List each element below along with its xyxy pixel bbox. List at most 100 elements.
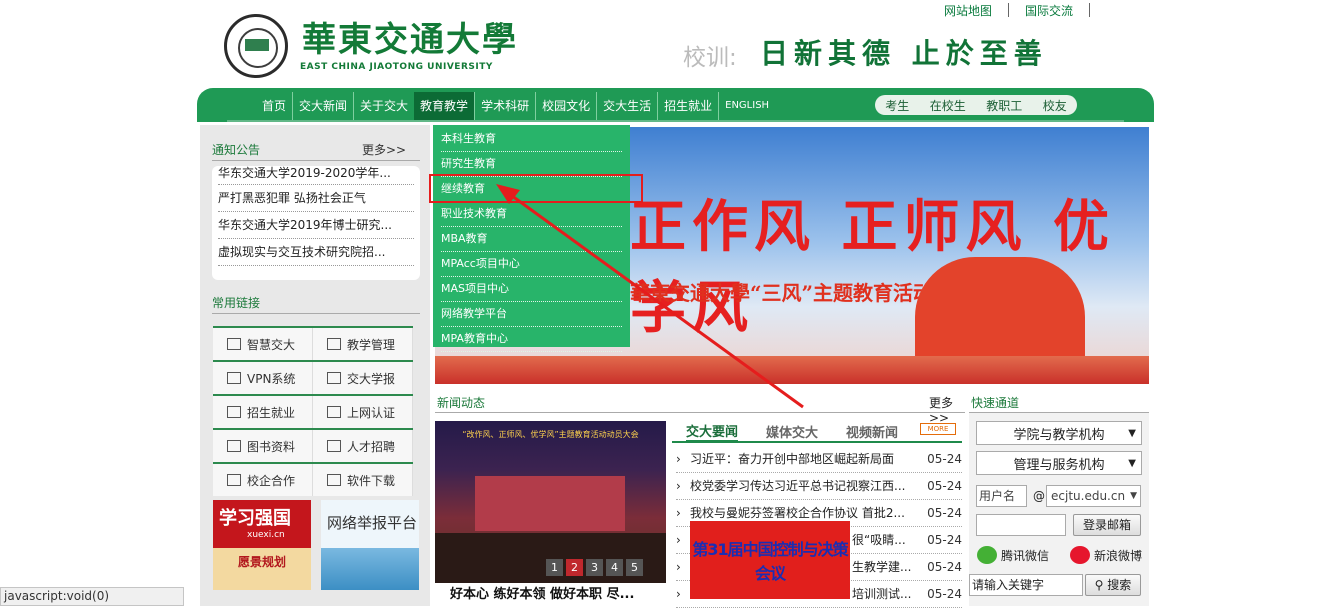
link-journal[interactable]: 交大学报	[313, 362, 413, 394]
list-item[interactable]: 虚拟现实与交互技术研究院招...	[218, 239, 414, 266]
menu-item-mba[interactable]: MBA教育	[441, 227, 622, 252]
nav-english[interactable]: ENGLISH	[718, 92, 775, 120]
link-software[interactable]: 软件下载	[313, 464, 413, 496]
notice-more-link[interactable]: 更多>>	[362, 141, 406, 158]
divider	[212, 313, 420, 314]
tab-key-news[interactable]: 交大要闻	[686, 421, 739, 442]
list-item[interactable]: 华东交通大学2019-2020学年...	[218, 166, 414, 185]
list-item[interactable]: › 校党委学习传达习近平总书记视察江西... 05-24	[676, 473, 962, 500]
audience-candidates[interactable]: 考生	[885, 97, 909, 114]
logo-chinese-name[interactable]: 華東交通大學	[302, 12, 518, 61]
menu-item-vocational[interactable]: 职业技术教育	[441, 202, 622, 227]
sitemap-link[interactable]: 网站地图	[928, 2, 1008, 19]
link-net-auth[interactable]: 上网认证	[313, 396, 413, 428]
audience-staff[interactable]: 教职工	[986, 97, 1022, 114]
menu-item-mpa[interactable]: MPA教育中心	[441, 327, 622, 352]
email-password-input[interactable]	[976, 514, 1066, 536]
download-icon	[327, 474, 341, 486]
link-smart-campus[interactable]: 智慧交大	[213, 328, 313, 360]
logo-english-name[interactable]: EAST CHINA JIAOTONG UNIVERSITY	[300, 62, 493, 72]
link-teaching-mgmt[interactable]: 教学管理	[313, 328, 413, 360]
email-login-button[interactable]: 登录邮箱	[1073, 514, 1141, 536]
list-item[interactable]: 严打黑恶犯罪 弘扬社会正气	[218, 185, 414, 212]
email-domain-select[interactable]: ecjtu.edu.cn ▼	[1046, 485, 1141, 507]
stage-image	[475, 476, 625, 531]
quick-access-title: 快速通道	[971, 396, 1020, 410]
highlight-box	[429, 174, 643, 203]
menu-item-undergrad[interactable]: 本科生教育	[441, 127, 622, 152]
search-input[interactable]: 请输入关键字	[969, 574, 1083, 596]
link-vpn[interactable]: VPN系统	[213, 362, 313, 394]
nav-life[interactable]: 交大生活	[596, 92, 657, 120]
conference-popup-ad[interactable]: 第31届中国控制与决策会议	[690, 521, 850, 599]
slider-page[interactable]: 5	[626, 559, 643, 576]
book-icon	[227, 440, 241, 452]
nav-home[interactable]: 首页	[256, 92, 292, 120]
main-nav: 首页 交大新闻 关于交大 教育教学 学术科研 校园文化 交大生活 招生就业 EN…	[256, 92, 775, 120]
list-item[interactable]: › 习近平：奋力开创中部地区崛起新局面 05-24	[676, 446, 962, 473]
motto-label: 校训:	[683, 45, 737, 71]
slider-page[interactable]: 3	[586, 559, 603, 576]
divider	[212, 160, 420, 161]
top-links: 网站地图 国际交流	[928, 2, 1091, 19]
tab-video[interactable]: 视频新闻	[846, 422, 898, 441]
xuexi-banner[interactable]: 学习强国 xuexi.cn 愿景规划	[213, 500, 311, 590]
nav-admission[interactable]: 招生就业	[657, 92, 718, 120]
xuexi-title: 学习强国	[219, 508, 291, 529]
report-platform-image	[321, 548, 419, 590]
menu-item-online[interactable]: 网络教学平台	[441, 302, 622, 327]
audience-nav: 考生 在校生 教职工 校友	[875, 95, 1077, 115]
journal-icon	[327, 372, 341, 384]
links-title: 常用链接	[212, 296, 261, 310]
search-icon: ⚲	[1094, 578, 1104, 592]
university-seal-logo[interactable]	[224, 14, 288, 78]
slider-page[interactable]: 4	[606, 559, 623, 576]
slider-caption[interactable]: 好本心 练好本领 做好本职 尽...	[450, 583, 634, 602]
report-platform-title: 网络举报平台	[327, 514, 418, 532]
search-button[interactable]: ⚲ 搜索	[1085, 574, 1141, 596]
weibo-icon	[1070, 546, 1090, 564]
news-title: 新闻动态	[437, 396, 486, 410]
slider-page[interactable]: 1	[546, 559, 563, 576]
stage-banner-text: “改作风、正师风、优学风”主题教育活动动员大会	[462, 430, 639, 439]
nav-culture[interactable]: 校园文化	[535, 92, 596, 120]
city-skyline-image	[435, 356, 1149, 384]
link-admission[interactable]: 招生就业	[213, 396, 313, 428]
browser-status-bar: javascript:void(0)	[0, 587, 184, 606]
audience-alumni[interactable]: 校友	[1043, 97, 1067, 114]
nav-news[interactable]: 交大新闻	[292, 92, 353, 120]
international-link[interactable]: 国际交流	[1009, 2, 1089, 19]
vpn-icon	[227, 372, 241, 384]
menu-item-mpacc[interactable]: MPAcc项目中心	[441, 252, 622, 277]
wechat-link[interactable]: 腾讯微信	[977, 546, 1049, 564]
calendar-icon	[227, 406, 241, 418]
link-cooperation[interactable]: 校企合作	[213, 464, 313, 496]
at-sign: @	[1033, 489, 1045, 503]
email-username-input[interactable]: 用户名	[976, 485, 1027, 507]
admin-select[interactable]: 管理与服务机构 ▼	[976, 451, 1142, 475]
link-recruit[interactable]: 人才招聘	[313, 430, 413, 462]
chat-icon	[227, 474, 241, 486]
slider-page-active[interactable]: 2	[566, 559, 583, 576]
nav-research[interactable]: 学术科研	[474, 92, 535, 120]
link-library[interactable]: 图书资料	[213, 430, 313, 462]
mail-icon	[227, 338, 241, 350]
recruit-icon	[327, 440, 341, 452]
notice-list: 华东交通大学2019-2020学年... 严打黑恶犯罪 弘扬社会正气 华东交通大…	[212, 166, 420, 280]
weibo-link[interactable]: 新浪微博	[1070, 546, 1142, 564]
college-select[interactable]: 学院与教学机构 ▼	[976, 421, 1142, 445]
reading-silhouette-image	[915, 257, 1085, 367]
nav-about[interactable]: 关于交大	[353, 92, 414, 120]
wechat-icon	[977, 546, 997, 564]
tab-media[interactable]: 媒体交大	[766, 422, 818, 441]
menu-item-mas[interactable]: MAS项目中心	[441, 277, 622, 302]
audience-students[interactable]: 在校生	[930, 97, 966, 114]
xuexi-sub: 愿景规划	[213, 548, 311, 590]
report-platform-banner[interactable]: 网络举报平台	[321, 500, 419, 590]
nav-education[interactable]: 教育教学	[414, 92, 475, 120]
more-badge[interactable]: MORE	[920, 423, 956, 435]
notice-title: 通知公告	[212, 143, 261, 157]
motto-text: 日新其德 止於至善	[760, 37, 1048, 70]
phone-icon	[327, 406, 341, 418]
list-item[interactable]: 华东交通大学2019年博士研究...	[218, 212, 414, 239]
